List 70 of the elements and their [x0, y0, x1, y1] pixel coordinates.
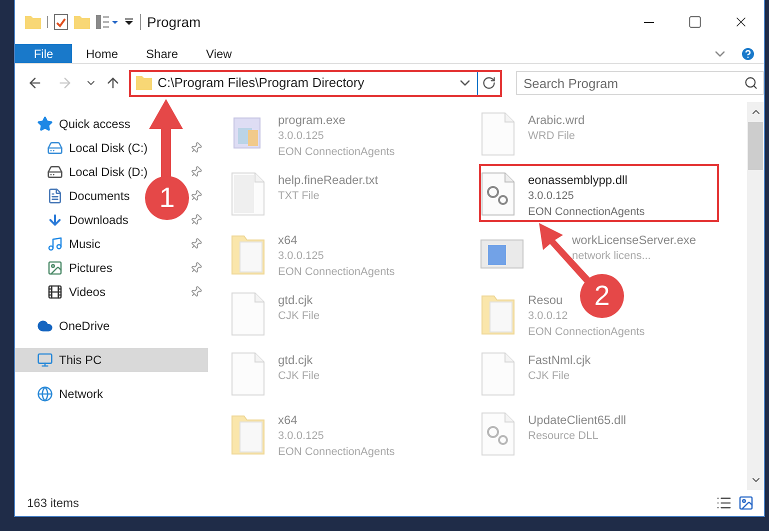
- sidebar-item[interactable]: Local Disk (C:): [47, 139, 148, 157]
- file-detail: 3.0.0.125: [278, 129, 324, 144]
- document-icon: [47, 188, 63, 204]
- file-icon: [230, 172, 266, 216]
- file-detail: EON ConnectionAgents: [278, 265, 395, 280]
- item-count: 163 items: [27, 495, 80, 512]
- up-icon[interactable]: [104, 75, 121, 91]
- properties-icon[interactable]: [96, 15, 118, 29]
- file-detail: WRD File: [528, 129, 576, 144]
- star-icon: [37, 116, 53, 132]
- file-icon: [480, 352, 516, 396]
- drive-icon: [47, 140, 63, 156]
- checklist-icon[interactable]: [54, 14, 68, 30]
- sidebar-item[interactable]: OneDrive: [15, 314, 208, 338]
- sidebar-item[interactable]: Videos: [47, 283, 106, 301]
- sidebar-item[interactable]: Documents: [47, 187, 130, 205]
- file-detail: 3.0.0.125: [278, 429, 324, 444]
- file-icon: [480, 112, 516, 156]
- search-icon[interactable]: [744, 76, 758, 90]
- details-view-icon[interactable]: [716, 495, 732, 511]
- search-field[interactable]: Search Program: [516, 71, 764, 95]
- file-detail: 3.0.0.12: [528, 309, 568, 324]
- gear-file-icon: [480, 172, 516, 216]
- file-detail: EON ConnectionAgents: [528, 205, 645, 220]
- drive-icon: [47, 164, 63, 180]
- scrollbar-thumb[interactable]: [748, 122, 763, 170]
- dropdown-arrow-icon[interactable]: [124, 17, 134, 27]
- window-title: Program: [147, 12, 201, 32]
- refresh-icon[interactable]: [482, 76, 496, 90]
- gear-file-icon: [480, 412, 516, 456]
- window-icon: [480, 239, 524, 269]
- ribbon-tab[interactable]: View: [192, 44, 246, 63]
- address-path: C:\Program Files\Program Directory: [158, 74, 364, 92]
- help-icon[interactable]: [740, 46, 756, 62]
- sidebar-item[interactable]: Music: [47, 235, 100, 253]
- file-name[interactable]: eonassemblypp.dll: [528, 172, 628, 188]
- film-icon: [47, 284, 63, 300]
- music-note-icon: [47, 236, 63, 252]
- file-detail: CJK File: [528, 369, 570, 384]
- folder-icon: [136, 76, 152, 90]
- file-detail: 3.0.0.125: [528, 189, 574, 204]
- picture-icon: [47, 260, 63, 276]
- file-detail: 3.0.0.125: [278, 249, 324, 264]
- sidebar-item[interactable]: Network: [15, 382, 208, 406]
- file-detail: EON ConnectionAgents: [278, 445, 395, 460]
- sidebar-item[interactable]: Local Disk (D:): [47, 163, 148, 181]
- sidebar-item[interactable]: Downloads: [47, 211, 128, 229]
- sidebar-item[interactable]: This PC: [15, 348, 208, 372]
- ribbon-tab[interactable]: Share: [132, 44, 192, 63]
- sidebar-item[interactable]: Pictures: [47, 259, 112, 277]
- file-detail: network licens...: [572, 249, 651, 264]
- file-icon: [230, 352, 266, 396]
- file-icon: [230, 292, 266, 336]
- cloud-icon: [37, 318, 53, 334]
- scrollbar[interactable]: [747, 102, 764, 490]
- ribbon-tab[interactable]: File: [15, 44, 72, 63]
- file-detail: CJK File: [278, 369, 320, 384]
- file-detail: CJK File: [278, 309, 320, 324]
- maximize-icon: [688, 15, 702, 29]
- network-icon: [37, 386, 53, 402]
- file-detail: Resource DLL: [528, 429, 598, 444]
- address-field[interactable]: C:\Program Files\Program Directory: [128, 70, 502, 96]
- file-detail: TXT File: [278, 189, 320, 204]
- monitor-icon: [37, 352, 53, 368]
- back-icon[interactable]: [27, 75, 43, 91]
- large-icons-view-icon[interactable]: [738, 495, 754, 511]
- file-detail: EON ConnectionAgents: [528, 325, 645, 340]
- ribbon-tab[interactable]: Home: [72, 44, 132, 63]
- sidebar-item[interactable]: Quick access: [15, 112, 208, 136]
- file-detail: EON ConnectionAgents: [278, 145, 395, 160]
